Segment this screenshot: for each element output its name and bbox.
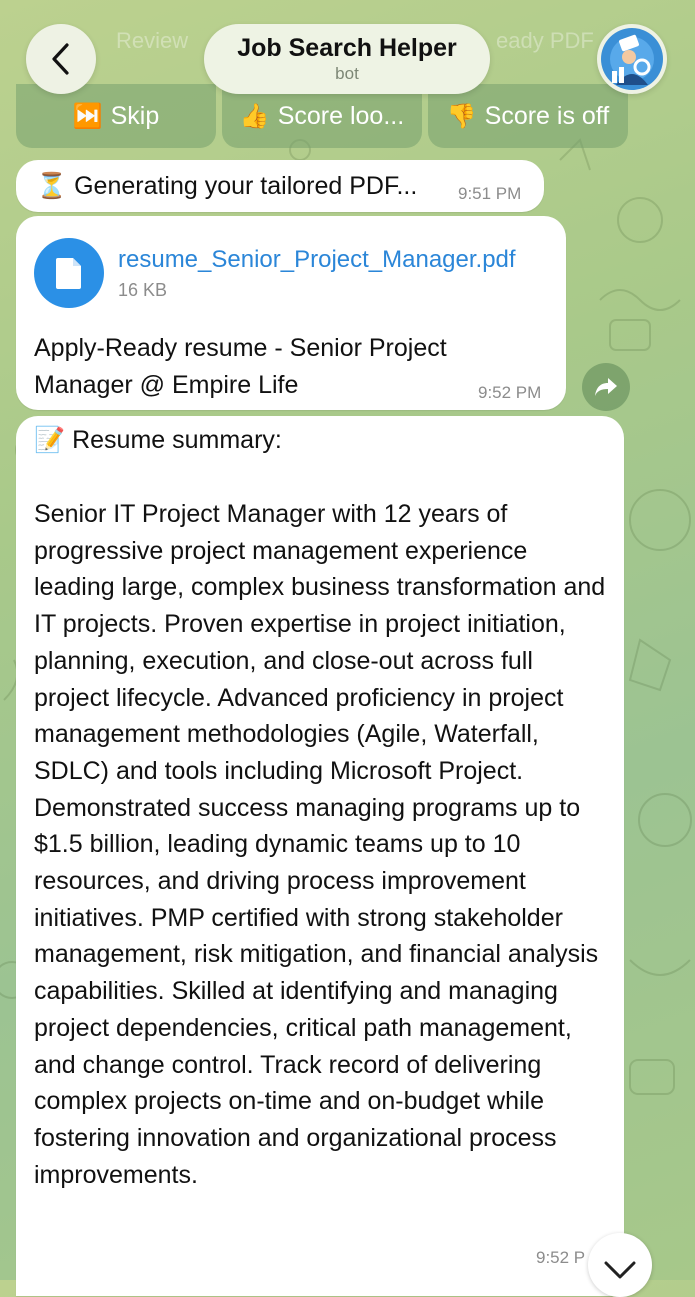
thumbs-up-icon: 👍 [239,102,270,130]
summary-heading: 📝 Resume summary: [34,426,282,455]
back-button[interactable] [26,24,96,94]
file-size: 16 KB [118,280,168,300]
generating-text: ⏳ Generating your tailored PDF... [36,172,417,201]
message-summary: 📝 Resume summary: Senior IT Project Mana… [16,416,624,1296]
chat-header: Review eady PDF ⏭️ Skip 👍 Score loo... 👎… [0,0,695,150]
summary-heading-label: Resume summary: [72,426,282,454]
chat-subtitle: bot [335,64,359,83]
score-is-off-label: Score is off [484,101,610,130]
message-file: resume_Senior_Project_Manager.pdf 16 KB … [16,216,566,410]
bot-avatar-icon [601,28,663,90]
scroll-to-bottom-button[interactable] [588,1233,652,1297]
chevron-down-icon [604,1261,636,1279]
bot-avatar[interactable] [597,24,667,94]
hourglass-icon: ⏳ [36,172,68,200]
chat-name: Job Search Helper [237,34,457,62]
skip-icon: ⏭️ [72,102,103,130]
message-time: 9:51 PM [458,184,522,203]
message-time: 9:52 PM [478,383,542,402]
message-time: 9:52 P [536,1248,586,1267]
score-looks-good-label: Score loo... [277,101,405,130]
generating-label: Generating your tailored PDF... [74,172,418,200]
chevron-left-icon [52,43,69,75]
skip-button[interactable]: ⏭️ Skip [16,84,216,148]
ghost-text-left: Review [116,28,189,53]
ghost-text-right: eady PDF [496,28,594,53]
summary-body: Senior IT Project Manager with 12 years … [34,500,606,1189]
forward-button[interactable] [582,363,630,411]
thumbs-down-icon: 👎 [446,102,477,130]
chat-title[interactable]: Job Search Helper bot [204,24,490,94]
skip-label: Skip [110,101,160,130]
document-icon [56,258,81,289]
forward-arrow-icon [595,378,617,396]
memo-icon: 📝 [34,426,66,454]
file-download-button[interactable] [34,238,104,308]
message-generating: ⏳ Generating your tailored PDF... 9:51 P… [16,160,544,212]
file-name-link[interactable]: resume_Senior_Project_Manager.pdf [118,246,516,274]
file-caption: Apply-Ready resume - Senior Project Mana… [34,334,447,399]
